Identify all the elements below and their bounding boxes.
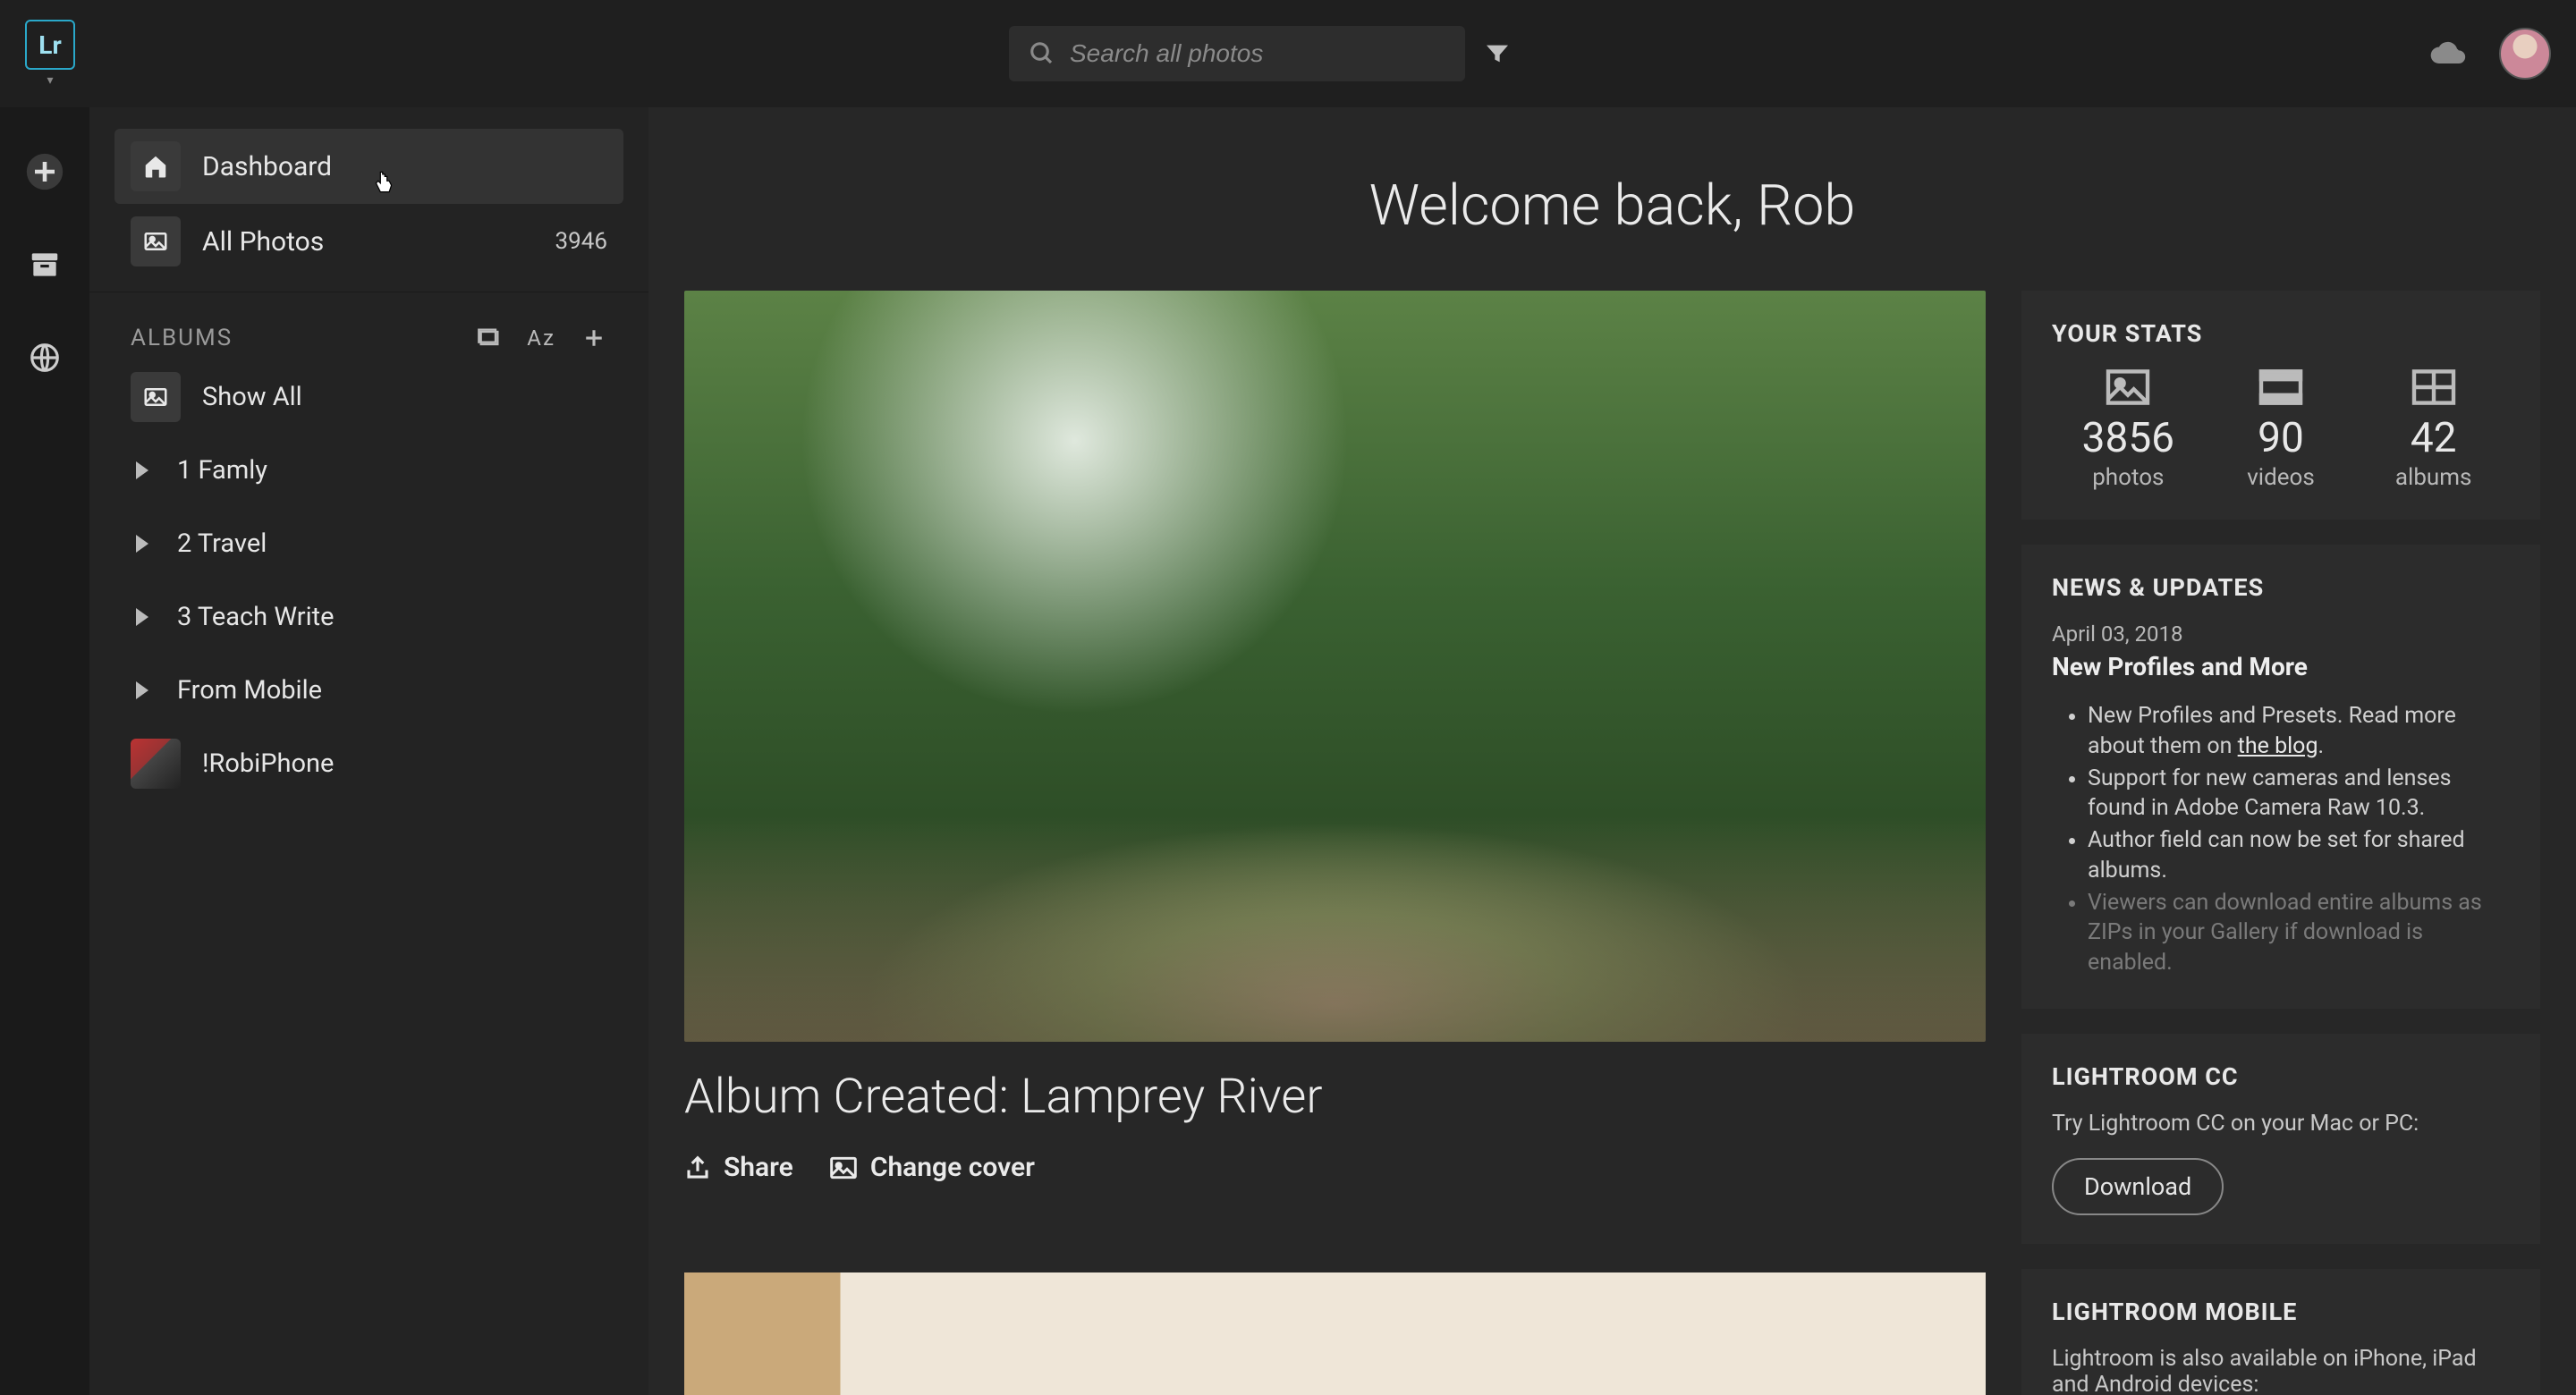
- download-button[interactable]: Download: [2052, 1158, 2224, 1215]
- news-item: New Profiles and Presets. Read more abou…: [2088, 701, 2510, 762]
- add-button[interactable]: [23, 150, 66, 193]
- blog-link[interactable]: the blog: [2238, 733, 2318, 759]
- album-folder-label: 3 Teach Write: [177, 602, 335, 632]
- search-input[interactable]: [1070, 39, 1445, 68]
- user-avatar[interactable]: [2499, 28, 2551, 80]
- albums-view-icon[interactable]: [477, 326, 502, 351]
- album-device[interactable]: !RobiPhone: [114, 727, 623, 800]
- change-cover-button[interactable]: Change cover: [829, 1152, 1035, 1183]
- album-device-label: !RobiPhone: [202, 748, 334, 779]
- app-logo[interactable]: Lr: [25, 20, 75, 70]
- news-panel: NEWS & UPDATES April 03, 2018 New Profil…: [2021, 545, 2540, 1009]
- search-icon: [1029, 40, 1055, 67]
- image-icon: [829, 1155, 858, 1180]
- sidebar-label: All Photos: [202, 226, 324, 258]
- album-thumbnail: [131, 739, 181, 789]
- album-folder-label: From Mobile: [177, 675, 322, 706]
- album-folder-label: 2 Travel: [177, 528, 267, 559]
- cloud-sync-icon[interactable]: [2428, 39, 2467, 68]
- sidebar-item-show-all[interactable]: Show All: [114, 360, 623, 434]
- album-folder[interactable]: 1 Famly: [114, 434, 623, 507]
- lrmobile-header: LIGHTROOM MOBILE: [2052, 1298, 2510, 1326]
- chevron-right-icon: [136, 608, 148, 626]
- album-folder[interactable]: 3 Teach Write: [114, 580, 623, 654]
- globe-icon[interactable]: [23, 336, 66, 379]
- news-item: Author field can now be set for shared a…: [2088, 825, 2510, 886]
- lrcc-desc: Try Lightroom CC on your Mac or PC:: [2052, 1111, 2510, 1137]
- news-item: Support for new cameras and lenses found…: [2088, 764, 2510, 824]
- stat-photos: 3856 photos: [2052, 368, 2205, 491]
- news-header: NEWS & UPDATES: [2052, 573, 2510, 602]
- album-folder-label: 1 Famly: [177, 455, 267, 486]
- albums-header: ALBUMS Az: [114, 305, 623, 360]
- news-date: April 03, 2018: [2052, 621, 2510, 647]
- album-folder[interactable]: 2 Travel: [114, 507, 623, 580]
- sidebar-label: Dashboard: [202, 151, 332, 182]
- lightroom-cc-panel: LIGHTROOM CC Try Lightroom CC on your Ma…: [2021, 1034, 2540, 1244]
- album-created-title: Album Created: Lamprey River: [684, 1069, 1986, 1125]
- stat-albums: 42 albums: [2357, 368, 2510, 491]
- grid-icon: [2410, 368, 2458, 412]
- search-box[interactable]: [1009, 26, 1465, 81]
- filter-icon[interactable]: [1483, 39, 1512, 68]
- albums-sort-button[interactable]: Az: [527, 326, 555, 351]
- archive-icon[interactable]: [23, 243, 66, 286]
- chevron-right-icon: [136, 461, 148, 479]
- logo-menu-caret[interactable]: ▾: [47, 73, 53, 88]
- stats-panel: YOUR STATS 3856 photos: [2021, 291, 2540, 520]
- photo-icon: [131, 372, 181, 422]
- sidebar-item-dashboard[interactable]: Dashboard: [114, 129, 623, 204]
- top-bar: Lr ▾: [0, 0, 2576, 107]
- main-content: Welcome back, Rob Album Created: Lamprey…: [648, 107, 2576, 1395]
- news-item: Viewers can download entire albums as ZI…: [2088, 888, 2510, 978]
- stats-header: YOUR STATS: [2052, 319, 2510, 348]
- welcome-heading: Welcome back, Rob: [684, 173, 2540, 239]
- sidebar: Dashboard All Photos 3946 ALBUMS Az: [89, 107, 648, 1395]
- lrcc-header: LIGHTROOM CC: [2052, 1062, 2510, 1091]
- news-title: New Profiles and More: [2052, 652, 2510, 681]
- album-folder[interactable]: From Mobile: [114, 654, 623, 727]
- share-button[interactable]: Share: [684, 1152, 793, 1183]
- sidebar-label: Show All: [202, 382, 302, 412]
- sidebar-item-all-photos[interactable]: All Photos 3946: [114, 204, 623, 279]
- news-list: New Profiles and Presets. Read more abou…: [2052, 701, 2510, 978]
- video-icon: [2257, 368, 2305, 412]
- chevron-right-icon: [136, 535, 148, 553]
- chevron-right-icon: [136, 681, 148, 699]
- home-icon: [131, 141, 181, 191]
- share-icon: [684, 1154, 711, 1181]
- left-rail: [0, 107, 89, 1395]
- photo-icon: [131, 216, 181, 266]
- stat-videos: 90 videos: [2205, 368, 2358, 491]
- lrmobile-desc: Lightroom is also available on iPhone, i…: [2052, 1346, 2510, 1395]
- feed-item-image[interactable]: [684, 1272, 1986, 1395]
- add-album-icon[interactable]: [580, 325, 607, 351]
- all-photos-count: 3946: [555, 228, 607, 255]
- album-cover-image[interactable]: [684, 291, 1986, 1042]
- photo-icon: [2104, 368, 2152, 412]
- lightroom-mobile-panel: LIGHTROOM MOBILE Lightroom is also avail…: [2021, 1269, 2540, 1395]
